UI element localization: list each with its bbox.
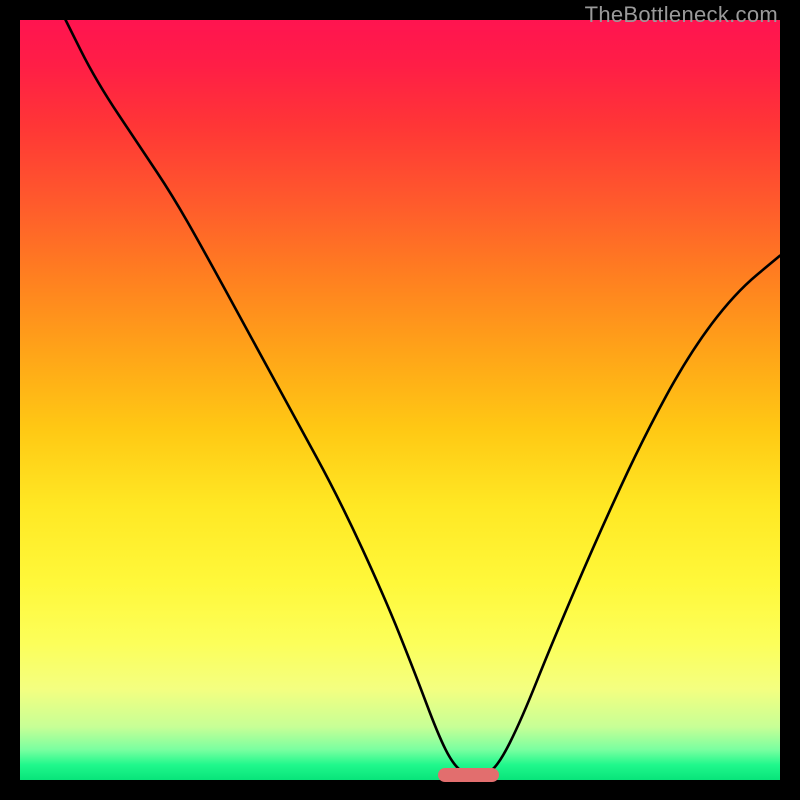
bottleneck-curve [20,20,780,780]
chart-frame: TheBottleneck.com [0,0,800,800]
optimal-range-marker [438,768,499,782]
watermark-text: TheBottleneck.com [585,2,778,28]
plot-area [20,20,780,780]
